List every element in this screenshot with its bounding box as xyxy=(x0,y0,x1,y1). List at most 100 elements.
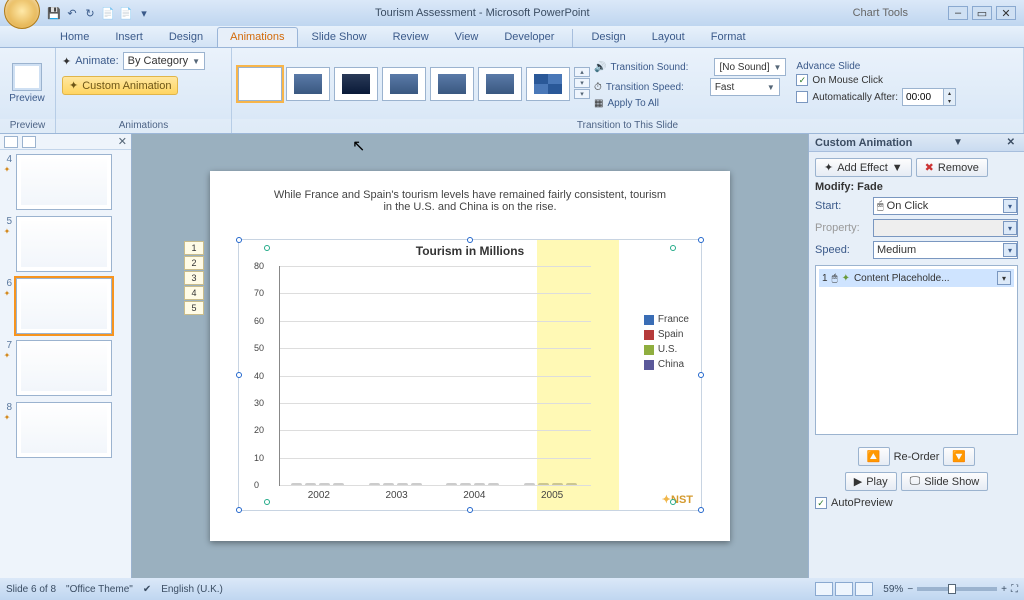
add-effect-button[interactable]: ✦Add Effect ▼ xyxy=(815,158,912,177)
group-preview: Preview xyxy=(0,119,55,133)
remove-button[interactable]: ✖Remove xyxy=(916,158,988,177)
trans-sound-combo[interactable]: [No Sound]▼ xyxy=(714,58,786,76)
transition-opt-6[interactable] xyxy=(526,67,570,101)
close-button[interactable]: ✕ xyxy=(996,6,1016,20)
preview-button[interactable]: Preview xyxy=(6,58,48,109)
tab-developer[interactable]: Developer xyxy=(492,28,566,47)
property-combo: ▾ xyxy=(873,219,1018,237)
ca-close-icon[interactable]: ✕ xyxy=(1004,137,1018,148)
qat-new-icon[interactable]: 📄 xyxy=(100,5,116,21)
tab-chart-layout[interactable]: Layout xyxy=(640,28,697,47)
gallery-more-icon[interactable]: ▾ xyxy=(574,89,590,99)
transition-opt-2[interactable] xyxy=(334,67,378,101)
property-label: Property: xyxy=(815,222,867,234)
view-normal-icon[interactable] xyxy=(815,582,833,596)
effect-list[interactable]: 1🖱✦Content Placeholde...▾ xyxy=(815,265,1018,435)
trans-speed-combo[interactable]: Fast▼ xyxy=(710,78,780,96)
transition-opt-1[interactable] xyxy=(286,67,330,101)
play-button[interactable]: ▶ Play xyxy=(845,472,897,491)
tab-view[interactable]: View xyxy=(443,28,491,47)
effect-item[interactable]: 1🖱✦Content Placeholde...▾ xyxy=(819,269,1014,287)
qat-open-icon[interactable]: 📄 xyxy=(118,5,134,21)
slide-thumbnail[interactable]: 8✦ xyxy=(2,402,129,458)
slide-thumbnail[interactable]: 4✦ xyxy=(2,154,129,210)
resize-handle[interactable] xyxy=(236,507,242,513)
gallery-up-icon[interactable]: ▴ xyxy=(574,67,590,77)
slide-thumbnail[interactable]: 6✦ xyxy=(2,278,129,334)
animate-combo[interactable]: By Category▼ xyxy=(123,52,205,70)
tab-chart-format[interactable]: Format xyxy=(699,28,758,47)
resize-handle[interactable] xyxy=(698,372,704,378)
star-icon: ✦ xyxy=(824,161,833,174)
slide-thumbnail[interactable]: 5✦ xyxy=(2,216,129,272)
reorder-label: Re-Order xyxy=(894,451,940,463)
transition-none[interactable] xyxy=(238,67,282,101)
office-button[interactable] xyxy=(4,0,40,29)
animation-tag[interactable]: 4 xyxy=(184,286,204,300)
start-combo[interactable]: 🖱 On Click▾ xyxy=(873,197,1018,215)
slide-thumbnail[interactable]: 7✦ xyxy=(2,340,129,396)
auto-after-spinner[interactable]: ▴▾ xyxy=(902,88,956,106)
zoom-level[interactable]: 59% xyxy=(883,584,903,595)
animate-label: Animate: xyxy=(75,55,118,67)
trans-sound-label: Transition Sound: xyxy=(610,62,710,73)
transition-gallery[interactable]: ▴ ▾ ▾ xyxy=(238,67,590,101)
qat-more-icon[interactable]: ▾ xyxy=(136,5,152,21)
tab-slideshow[interactable]: Slide Show xyxy=(300,28,379,47)
maximize-button[interactable]: ▭ xyxy=(972,6,992,20)
view-sorter-icon[interactable] xyxy=(835,582,853,596)
animation-tag[interactable]: 2 xyxy=(184,256,204,270)
pane-close-icon[interactable]: ✕ xyxy=(118,135,127,148)
minimize-button[interactable]: – xyxy=(948,6,968,20)
resize-handle[interactable] xyxy=(236,372,242,378)
auto-after-label: Automatically After: xyxy=(812,92,898,103)
trans-speed-label: Transition Speed: xyxy=(606,82,706,93)
qat-redo-icon[interactable]: ↻ xyxy=(82,5,98,21)
apply-all-button[interactable]: Apply To All xyxy=(607,98,659,109)
status-check-icon[interactable]: ✔ xyxy=(143,584,151,595)
zoom-slider[interactable] xyxy=(917,587,997,591)
zoom-fit-button[interactable]: ⛶ xyxy=(1011,584,1018,595)
tab-home[interactable]: Home xyxy=(48,28,101,47)
qat-undo-icon[interactable]: ↶ xyxy=(64,5,80,21)
animation-tag[interactable]: 5 xyxy=(184,301,204,315)
ribbon-tabs: Home Insert Design Animations Slide Show… xyxy=(0,26,1024,48)
on-click-checkbox[interactable]: ✓ xyxy=(796,74,808,86)
resize-handle[interactable] xyxy=(467,237,473,243)
transition-opt-5[interactable] xyxy=(478,67,522,101)
slideshow-button[interactable]: 🖵 Slide Show xyxy=(901,472,989,491)
status-theme: "Office Theme" xyxy=(66,584,133,595)
resize-handle[interactable] xyxy=(698,507,704,513)
tab-insert[interactable]: Insert xyxy=(103,28,155,47)
window-title: Tourism Assessment - Microsoft PowerPoin… xyxy=(152,7,813,19)
animation-tag[interactable]: 3 xyxy=(184,271,204,285)
zoom-out-button[interactable]: − xyxy=(907,584,913,595)
reorder-down-button[interactable]: 🔽 xyxy=(943,447,975,466)
chart-placeholder[interactable]: Tourism in Millions 01020304050607080200… xyxy=(238,239,702,511)
resize-handle[interactable] xyxy=(467,507,473,513)
tab-design[interactable]: Design xyxy=(157,28,215,47)
transition-opt-3[interactable] xyxy=(382,67,426,101)
slides-tab-icon[interactable] xyxy=(4,136,18,148)
tab-review[interactable]: Review xyxy=(381,28,441,47)
resize-handle[interactable] xyxy=(236,237,242,243)
custom-animation-button[interactable]: ✦ Custom Animation xyxy=(62,76,178,95)
reorder-up-button[interactable]: 🔼 xyxy=(858,447,890,466)
resize-handle[interactable] xyxy=(698,237,704,243)
animation-tag[interactable]: 1 xyxy=(184,241,204,255)
status-lang[interactable]: English (U.K.) xyxy=(161,584,223,595)
transition-opt-4[interactable] xyxy=(430,67,474,101)
auto-after-checkbox[interactable] xyxy=(796,91,808,103)
tab-animations[interactable]: Animations xyxy=(217,27,297,47)
slide-canvas[interactable]: While France and Spain's tourism levels … xyxy=(210,171,730,541)
autopreview-label: AutoPreview xyxy=(831,497,893,509)
gallery-down-icon[interactable]: ▾ xyxy=(574,78,590,88)
autopreview-checkbox[interactable]: ✓ xyxy=(815,497,827,509)
tab-chart-design[interactable]: Design xyxy=(579,28,637,47)
zoom-in-button[interactable]: + xyxy=(1001,584,1007,595)
qat-save-icon[interactable]: 💾 xyxy=(46,5,62,21)
ca-dropdown-icon[interactable]: ▼ xyxy=(950,137,966,148)
outline-tab-icon[interactable] xyxy=(22,136,36,148)
view-show-icon[interactable] xyxy=(855,582,873,596)
speed-combo[interactable]: Medium▾ xyxy=(873,241,1018,259)
